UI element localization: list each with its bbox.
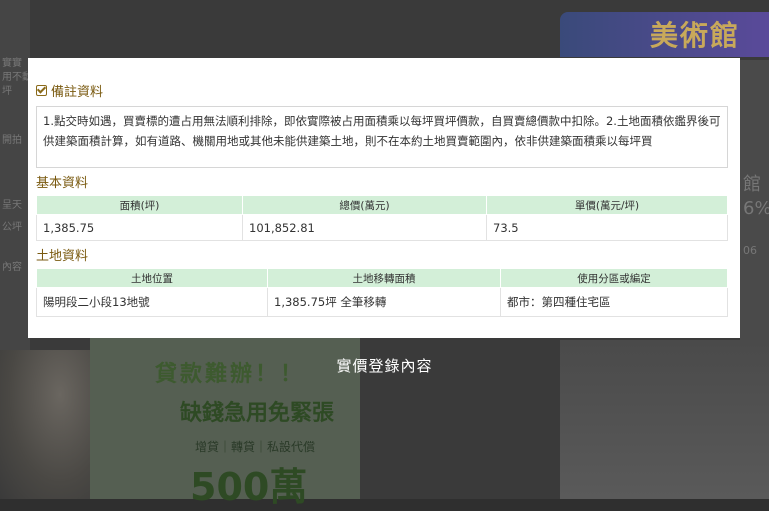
background-left-snippet: 公坪	[2, 222, 22, 233]
unit-price-value: 73.5	[486, 214, 728, 241]
background-right-snippet: 6%	[743, 198, 769, 219]
land-location-value: 陽明段二小段13地號	[36, 287, 268, 317]
table-header-row: 面積(坪) 總價(萬元) 單價(萬元/坪)	[36, 195, 728, 215]
background-top-ad-text: 美術館	[650, 19, 741, 52]
transaction-detail-modal: 備註資料 1.點交時如遇，買賣標的遭占用無法順利排除，即依實際被占用面積乘以每坪…	[28, 58, 740, 338]
zoning-value: 都市：第四種住宅區	[500, 287, 728, 317]
table-header-row: 土地位置 土地移轉面積 使用分區或編定	[36, 268, 728, 288]
column-header-total-price: 總價(萬元)	[242, 195, 487, 215]
remarks-title: 備註資料	[51, 84, 104, 100]
background-left-snippet: 呈天	[2, 200, 22, 211]
remarks-text-box: 1.點交時如遇，買賣標的遭占用無法順利排除，即依實際被占用面積乘以每坪買坪價款，…	[36, 106, 728, 168]
background-loan-ad-amount: 500萬	[190, 465, 308, 509]
basic-info-table: 面積(坪) 總價(萬元) 單價(萬元/坪) 1,385.75 101,852.8…	[36, 195, 728, 241]
remarks-section-header: 備註資料	[36, 80, 728, 100]
area-value: 1,385.75	[36, 214, 243, 241]
background-loan-ad-services: 增貸｜轉貸｜私設代償	[195, 440, 316, 454]
background-left-snippet: 坪	[2, 86, 12, 97]
checkbox-icon	[36, 84, 47, 96]
background-loan-ad-banner: 缺錢急用免緊張	[180, 401, 335, 426]
land-info-table: 土地位置 土地移轉面積 使用分區或編定 陽明段二小段13地號 1,385.75坪…	[36, 268, 728, 317]
column-header-transfer-area: 土地移轉面積	[267, 268, 501, 288]
total-price-value: 101,852.81	[242, 214, 487, 241]
background-left-snippet: 開拍	[2, 135, 22, 146]
background-left-snippet: 內容	[2, 262, 22, 273]
basic-info-title: 基本資料	[36, 176, 89, 191]
background-right-snippet: 館	[743, 174, 761, 195]
column-header-area: 面積(坪)	[36, 195, 243, 215]
land-info-title: 土地資料	[36, 249, 89, 264]
table-row: 1,385.75 101,852.81 73.5	[36, 214, 728, 241]
column-header-unit-price: 單價(萬元/坪)	[486, 195, 728, 215]
background-left-snippet: 實實	[2, 58, 22, 69]
column-header-zoning: 使用分區或編定	[500, 268, 728, 288]
background-right-snippet: 06	[743, 244, 757, 257]
transfer-area-value: 1,385.75坪 全筆移轉	[267, 287, 501, 317]
modal-caption: 實價登錄內容	[336, 357, 433, 375]
table-row: 陽明段二小段13地號 1,385.75坪 全筆移轉 都市：第四種住宅區	[36, 287, 728, 317]
column-header-land-location: 土地位置	[36, 268, 268, 288]
